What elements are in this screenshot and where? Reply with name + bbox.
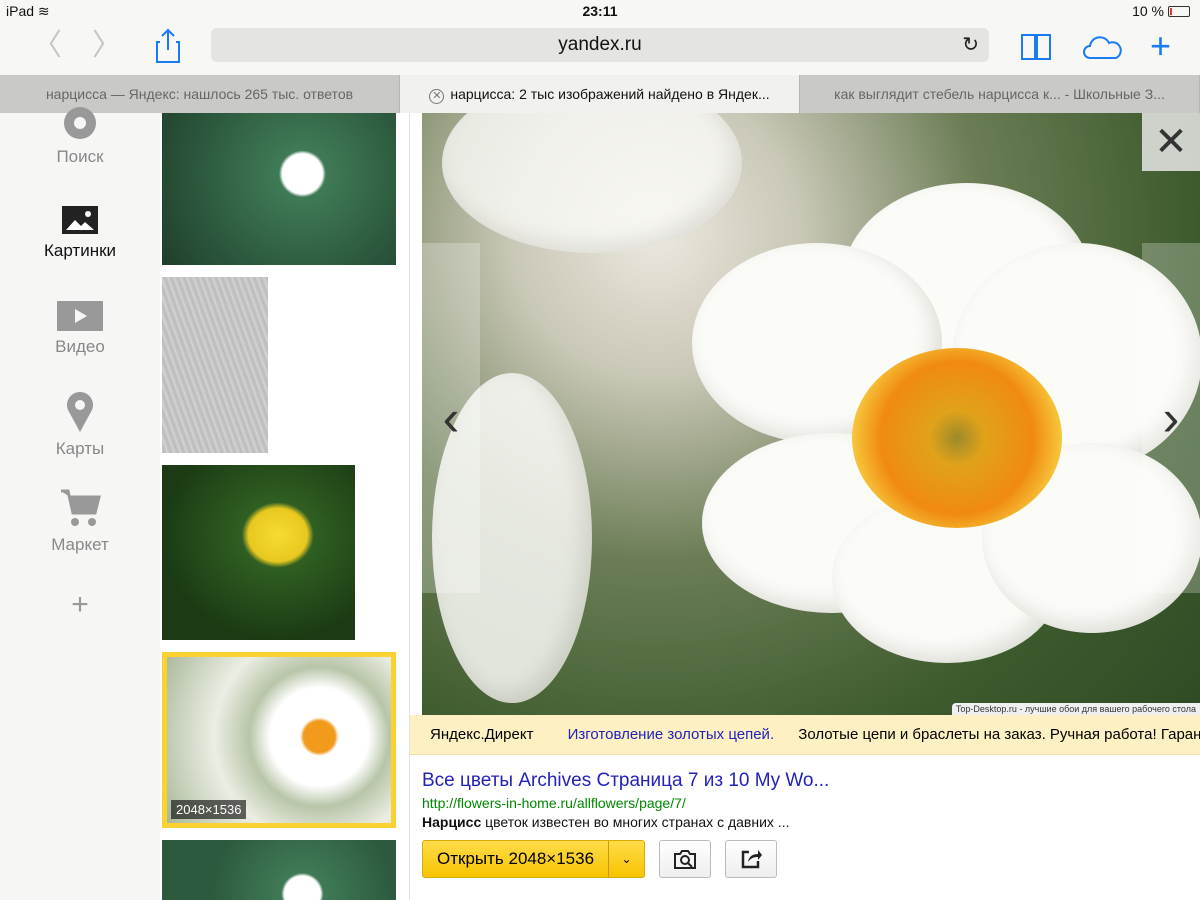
desc-text: цветок известен во многих странах с давн… [481, 814, 790, 830]
result-title-link[interactable]: Все цветы Archives Страница 7 из 10 My W… [422, 770, 1192, 792]
image-credit: Top-Desktop.ru - лучшие обои для вашего … [951, 703, 1200, 715]
tab-2-active[interactable]: ✕ нарцисса: 2 тыс изображений найдено в Я… [400, 75, 800, 113]
sidebar-label: Карты [55, 439, 105, 458]
tab-label: нарцисса — Яндекс: нашлось 265 тыс. отве… [45, 86, 354, 102]
image-source-result: Все цветы Archives Страница 7 из 10 My W… [422, 770, 1192, 878]
url-text: yandex.ru [558, 34, 642, 55]
cart-icon [61, 489, 101, 526]
sidebar-item-market[interactable]: Маркет [0, 487, 160, 555]
bookmarks-icon[interactable] [1020, 32, 1052, 62]
flower-corona [852, 348, 1062, 528]
ad-banner[interactable]: Яндекс.Директ Изготовление золотых цепей… [410, 715, 1200, 755]
clock: 23:11 [582, 3, 618, 19]
open-image-button[interactable]: Открыть 2048×1536 ⌄ [422, 840, 646, 878]
close-tab-icon[interactable]: ✕ [429, 89, 445, 104]
result-url[interactable]: http://flowers-in-home.ru/allflowers/pag… [422, 795, 1192, 811]
thumbnail-selected[interactable]: 2048×1536 [162, 652, 396, 828]
image-viewer[interactable]: ‹ › ✕ Top-Desktop.ru - лучшие обои для в… [422, 113, 1200, 715]
services-sidebar: Поиск Картинки Видео Карты Маркет + [0, 107, 160, 900]
prev-image-button[interactable]: ‹ [422, 243, 480, 593]
thumbnail[interactable] [162, 465, 355, 640]
chevron-down-icon[interactable]: ⌄ [608, 841, 644, 877]
search-icon [64, 107, 96, 139]
back-icon[interactable]: 〈 [32, 26, 62, 66]
share-button[interactable] [725, 840, 778, 878]
sidebar-item-video[interactable]: Видео [0, 301, 160, 357]
next-image-button[interactable]: › [1142, 243, 1200, 593]
close-viewer-button[interactable]: ✕ [1142, 113, 1200, 171]
video-icon [57, 301, 103, 331]
tab-label: как выглядит стебель нарцисса к... - Шко… [834, 86, 1165, 102]
share-arrow-icon [741, 850, 763, 869]
desc-bold: Нарцисс [422, 814, 482, 830]
share-icon[interactable] [155, 28, 181, 64]
similar-search-button[interactable] [659, 840, 712, 878]
result-description: Нарцисс цветок известен во многих страна… [422, 814, 1192, 830]
images-icon [62, 206, 98, 234]
sidebar-label: Картинки [43, 241, 117, 260]
new-tab-icon[interactable]: + [1150, 26, 1171, 66]
icloud-tabs-icon[interactable] [1082, 34, 1124, 60]
battery-icon [1168, 5, 1190, 17]
browser-toolbar: 〈 〉 yandex.ru ↻ + [0, 22, 1200, 75]
ad-text: Золотые цепи и браслеты на заказ. Ручная… [798, 726, 1200, 743]
camera-search-icon [674, 850, 697, 869]
thumbnail[interactable] [162, 113, 396, 265]
thumbnail[interactable] [162, 277, 268, 453]
sidebar-item-images[interactable]: Картинки [0, 205, 160, 261]
sidebar-label: Маркет [51, 535, 109, 554]
thumbnail[interactable] [162, 840, 396, 900]
thumbnail-list: 2048×1536 [160, 113, 410, 900]
sidebar-label: Видео [55, 337, 105, 356]
sidebar-item-search[interactable]: Поиск [0, 105, 160, 167]
tab-label: нарцисса: 2 тыс изображений найдено в Ян… [450, 86, 770, 102]
open-label: Открыть 2048×1536 [437, 849, 595, 868]
sidebar-label: Поиск [56, 147, 104, 166]
battery: 10 % [1132, 3, 1190, 19]
reload-icon[interactable]: ↻ [962, 28, 979, 62]
tab-bar: нарцисса — Яндекс: нашлось 265 тыс. отве… [0, 75, 1200, 113]
status-bar: iPad ≋ 23:11 10 % [0, 0, 1200, 22]
add-service-button[interactable]: + [0, 588, 160, 622]
forward-icon[interactable]: 〉 [92, 26, 122, 66]
battery-text: 10 % [1132, 3, 1164, 19]
sidebar-item-maps[interactable]: Карты [0, 391, 160, 459]
ad-source: Яндекс.Директ [430, 726, 534, 743]
address-bar[interactable]: yandex.ru ↻ [211, 28, 989, 62]
tab-3[interactable]: как выглядит стебель нарцисса к... - Шко… [800, 75, 1200, 113]
image-size-badge: 2048×1536 [171, 800, 247, 819]
map-pin-icon [67, 392, 93, 432]
ad-link[interactable]: Изготовление золотых цепей. [568, 726, 775, 743]
